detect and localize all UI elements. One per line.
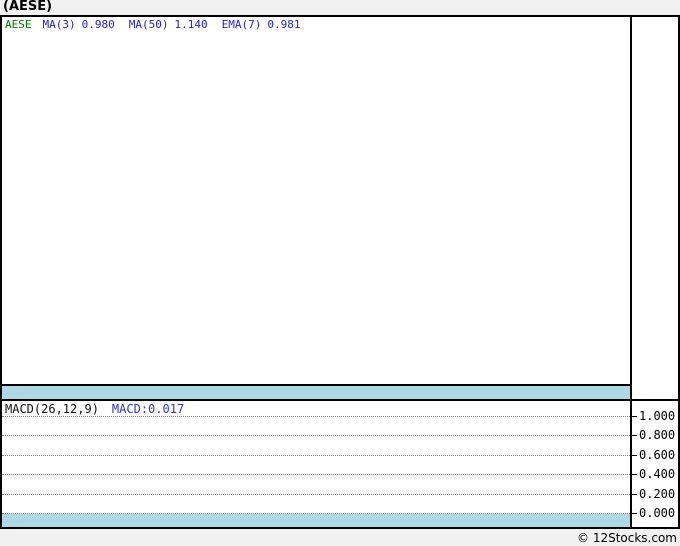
macd-axis-tick bbox=[632, 513, 637, 514]
indicator-label-ma3: MA(3) bbox=[42, 18, 76, 31]
copyright-footer: © 12Stocks.com bbox=[577, 531, 677, 545]
ticker-symbol: AESE bbox=[5, 18, 32, 31]
indicator-value-ma50: 1.140 bbox=[174, 18, 208, 31]
indicator-label-ma50: MA(50) bbox=[128, 18, 169, 31]
macd-axis-tick bbox=[632, 494, 637, 495]
macd-indicator-label: MACD(26,12,9) bbox=[5, 402, 99, 416]
macd-axis-label: 1.000 bbox=[639, 409, 676, 423]
separator-band-top bbox=[2, 386, 630, 399]
macd-panel-legend: MACD(26,12,9) MACD:0.017 bbox=[5, 403, 184, 416]
macd-axis-label: 0.400 bbox=[639, 467, 676, 481]
panel-separator-line bbox=[0, 399, 680, 401]
macd-axis-tick bbox=[632, 435, 637, 436]
macd-gridline bbox=[2, 435, 630, 436]
indicator-value-ma3: 0.980 bbox=[81, 18, 115, 31]
macd-axis-label: 0.600 bbox=[639, 448, 676, 462]
macd-gridline bbox=[2, 455, 630, 456]
macd-indicator-value: MACD:0.017 bbox=[111, 402, 185, 416]
ticker-title: (AESE) bbox=[3, 0, 53, 14]
axis-divider-line bbox=[630, 15, 632, 529]
macd-gridline bbox=[2, 416, 630, 417]
indicator-value-ema7: 0.981 bbox=[267, 18, 301, 31]
macd-axis-tick bbox=[632, 416, 637, 417]
price-plot-area bbox=[2, 31, 630, 384]
macd-axis-label: 0.800 bbox=[639, 428, 676, 442]
macd-gridline bbox=[2, 474, 630, 475]
macd-axis-label: 0.000 bbox=[639, 506, 676, 520]
indicator-label-ema7: EMA(7) bbox=[221, 18, 262, 31]
macd-axis-tick bbox=[632, 455, 637, 456]
macd-axis-label: 0.200 bbox=[639, 487, 676, 501]
price-panel-legend: AESE MA(3) 0.980 MA(50) 1.140 EMA(7) 0.981 bbox=[5, 18, 315, 31]
macd-axis-tick bbox=[632, 474, 637, 475]
separator-band-bottom bbox=[2, 514, 630, 527]
macd-gridline bbox=[2, 494, 630, 495]
